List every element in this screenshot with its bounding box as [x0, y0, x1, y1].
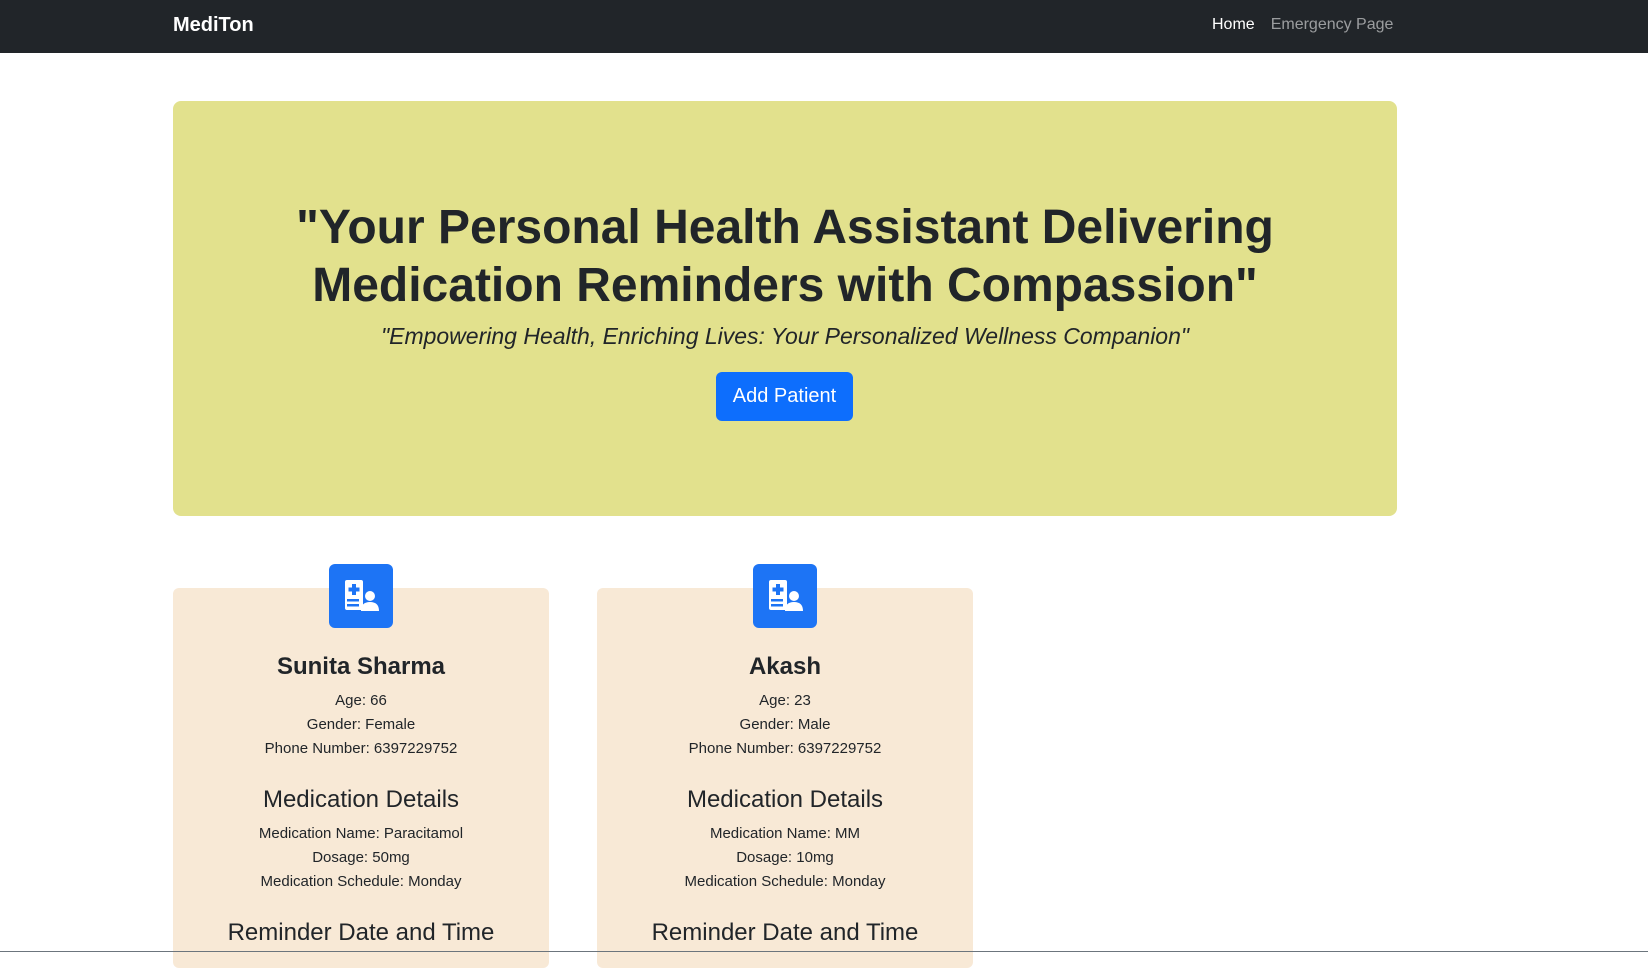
patient-name: Sunita Sharma: [276, 653, 446, 680]
hero-banner: "Your Personal Health Assistant Deliveri…: [173, 101, 1397, 516]
hero-title: "Your Personal Health Assistant Deliveri…: [173, 199, 1397, 315]
nav-links: Home Emergency Page: [1212, 16, 1393, 34]
medication-name: Medication Name: Paracitamol: [258, 825, 464, 842]
patient-phone: Phone Number: 6397229752: [264, 740, 458, 757]
hero-title-line-2: Medication Reminders with Compassion": [312, 259, 1258, 312]
patient-card-icon: [753, 564, 817, 628]
hero-subtitle: "Empowering Health, Enriching Lives: You…: [380, 323, 1190, 349]
nav-link-home[interactable]: Home: [1212, 16, 1255, 34]
reminder-heading: Reminder Date and Time: [651, 919, 919, 946]
medication-details-heading: Medication Details: [686, 786, 884, 813]
nav-link-emergency[interactable]: Emergency Page: [1271, 16, 1394, 34]
navbar: MediTon Home Emergency Page: [0, 0, 1648, 53]
patient-card-icon: [329, 564, 393, 628]
patient-gender: Gender: Female: [306, 716, 416, 733]
medication-schedule: Medication Schedule: Monday: [684, 873, 886, 890]
brand-logo[interactable]: MediTon: [173, 14, 254, 37]
medication-dosage: Dosage: 50mg: [312, 849, 410, 866]
medication-dosage: Dosage: 10mg: [736, 849, 834, 866]
patient-phone: Phone Number: 6397229752: [688, 740, 882, 757]
patient-age: Age: 23: [759, 692, 811, 709]
hero-title-line-1: "Your Personal Health Assistant Deliveri…: [296, 201, 1274, 254]
add-patient-button[interactable]: Add Patient: [716, 372, 853, 421]
patient-name: Akash: [748, 653, 822, 680]
medication-schedule: Medication Schedule: Monday: [260, 873, 462, 890]
patient-gender: Gender: Male: [739, 716, 831, 733]
patient-card: Sunita Sharma Age: 66 Gender: Female Pho…: [173, 588, 549, 968]
reminder-heading: Reminder Date and Time: [227, 919, 495, 946]
patient-card: Akash Age: 23 Gender: Male Phone Number:…: [597, 588, 973, 968]
patient-age: Age: 66: [335, 692, 387, 709]
medication-name: Medication Name: MM: [709, 825, 861, 842]
medication-details-heading: Medication Details: [262, 786, 460, 813]
